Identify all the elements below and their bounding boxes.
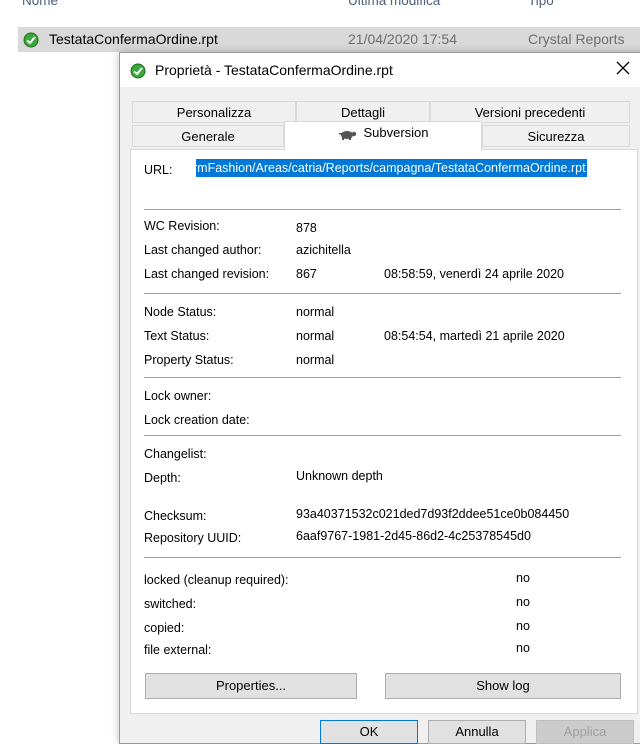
show-log-button[interactable]: Show log bbox=[385, 673, 621, 699]
flag-value: no bbox=[516, 595, 530, 609]
url-value: rmFashion/Areas/catria/Reports/campagna/… bbox=[196, 159, 587, 177]
flag-label: copied: bbox=[144, 621, 185, 635]
tab-subversion[interactable]: Subversion bbox=[284, 121, 482, 151]
tab-versioni-precedenti[interactable]: Versioni precedenti bbox=[430, 101, 630, 123]
repository-uuid-label: Repository UUID: bbox=[144, 531, 242, 545]
url-field[interactable]: rmFashion/Areas/catria/Reports/campagna/… bbox=[196, 159, 622, 177]
changelist-label: Changelist: bbox=[144, 447, 207, 461]
text-status-label: Text Status: bbox=[144, 329, 210, 343]
checksum-value: 93a40371532c021ded7d93f2ddee51ce0b084450 bbox=[296, 507, 570, 521]
node-status-value: normal bbox=[296, 305, 335, 319]
repository-uuid-value: 6aaf9767-1981-2d45-86d2-4c25378545d0 bbox=[296, 529, 531, 543]
flag-label: locked (cleanup required): bbox=[144, 573, 289, 587]
flag-value: no bbox=[516, 571, 530, 585]
last-changed-revision-label: Last changed revision: bbox=[144, 267, 270, 281]
file-name: TestataConfermaOrdine.rpt bbox=[49, 31, 218, 47]
tab-generale[interactable]: Generale bbox=[132, 125, 284, 147]
file-list-item[interactable]: TestataConfermaOrdine.rpt 21/04/2020 17:… bbox=[18, 27, 640, 52]
depth-label: Depth: bbox=[144, 471, 181, 485]
lock-owner-label: Lock owner: bbox=[144, 389, 212, 403]
wc-revision-label: WC Revision: bbox=[144, 219, 220, 233]
tab-subversion-label: Subversion bbox=[363, 125, 429, 140]
flag-value: no bbox=[516, 619, 530, 633]
separator bbox=[144, 293, 621, 294]
tab-sicurezza[interactable]: Sicurezza bbox=[482, 125, 630, 147]
property-status-label: Property Status: bbox=[144, 353, 234, 367]
flag-value: no bbox=[516, 641, 530, 655]
last-changed-revision-date: 08:58:59, venerdì 24 aprile 2020 bbox=[384, 267, 564, 281]
lock-creation-date-label: Lock creation date: bbox=[144, 413, 250, 427]
flag-label: file external: bbox=[144, 643, 212, 657]
tab-dettagli[interactable]: Dettagli bbox=[296, 101, 430, 123]
last-changed-author-label: Last changed author: bbox=[144, 243, 262, 257]
explorer-column-headers: Nome Ultima modifica Tipo bbox=[0, 0, 640, 9]
last-changed-author-value: azichitella bbox=[296, 243, 351, 257]
column-header-type[interactable]: Tipo bbox=[528, 0, 554, 8]
properties-dialog: Proprietà - TestataConfermaOrdine.rpt Pe… bbox=[119, 52, 640, 744]
file-date: 21/04/2020 17:54 bbox=[348, 31, 457, 47]
text-status-date: 08:54:54, martedì 21 aprile 2020 bbox=[384, 329, 565, 343]
ok-button[interactable]: OK bbox=[320, 720, 418, 744]
flag-label: switched: bbox=[144, 597, 197, 611]
dialog-title: Proprietà - TestataConfermaOrdine.rpt bbox=[155, 62, 393, 78]
depth-value: Unknown depth bbox=[296, 469, 383, 483]
tortoisesvn-normal-overlay-icon bbox=[130, 63, 146, 82]
file-type: Crystal Reports bbox=[528, 31, 625, 47]
property-status-value: normal bbox=[296, 353, 335, 367]
last-changed-revision-value: 867 bbox=[296, 267, 317, 281]
close-icon[interactable] bbox=[614, 59, 632, 77]
separator bbox=[144, 209, 621, 210]
separator bbox=[144, 435, 621, 436]
column-header-modified[interactable]: Ultima modifica bbox=[348, 0, 440, 8]
text-status-value: normal bbox=[296, 329, 335, 343]
checksum-label: Checksum: bbox=[144, 509, 207, 523]
wc-revision-value: 878 bbox=[296, 221, 317, 235]
separator bbox=[144, 377, 621, 378]
separator bbox=[144, 557, 621, 558]
apply-button: Applica bbox=[536, 720, 634, 744]
node-status-label: Node Status: bbox=[144, 305, 217, 319]
column-header-name[interactable]: Nome bbox=[22, 0, 58, 8]
subversion-panel: URL: rmFashion/Areas/catria/Reports/camp… bbox=[130, 149, 638, 714]
tortoisesvn-normal-overlay-icon bbox=[23, 32, 39, 51]
tab-personalizza[interactable]: Personalizza bbox=[132, 101, 296, 123]
properties-button[interactable]: Properties... bbox=[145, 673, 357, 699]
url-label: URL: bbox=[144, 163, 173, 177]
tortoise-icon bbox=[339, 130, 357, 140]
cancel-button[interactable]: Annulla bbox=[428, 720, 526, 744]
dialog-titlebar[interactable]: Proprietà - TestataConfermaOrdine.rpt bbox=[120, 53, 640, 87]
